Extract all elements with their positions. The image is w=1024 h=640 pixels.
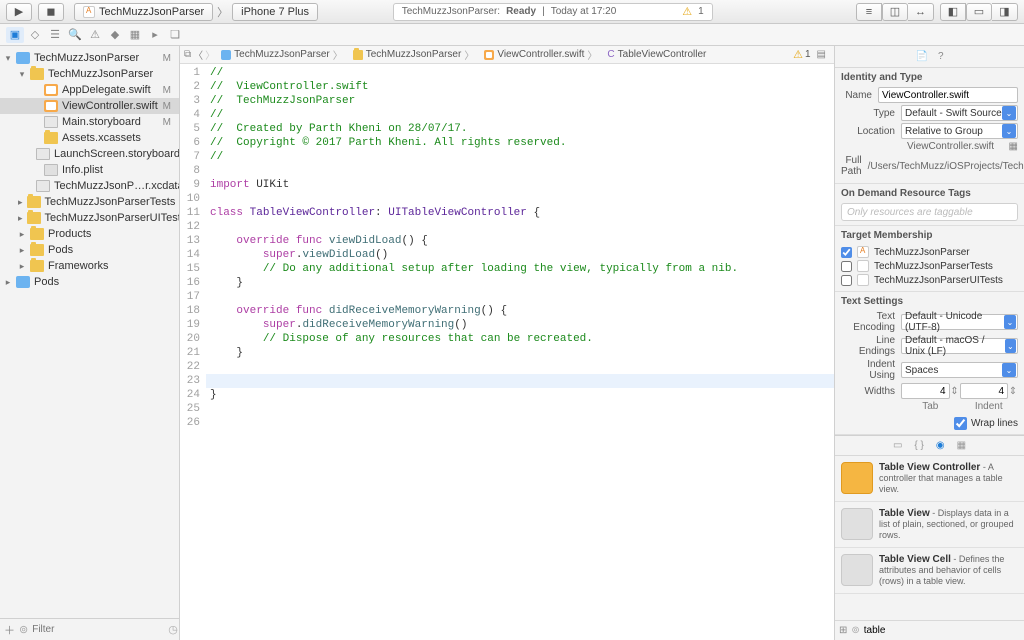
source-editor[interactable]: 1234567891011121314151617181920212223242… [180,64,834,640]
library-filter-input[interactable] [864,625,1020,636]
breakpoint-navigator-tab[interactable]: ▸ [146,27,164,43]
tree-item[interactable]: ViewController.swiftM [0,98,179,114]
line-endings-select[interactable]: Default - macOS / Unix (LF)⌄ [901,338,1018,354]
filter-icon: ⊚ [851,625,859,636]
target-membership-row[interactable]: TechMuzzJsonParserTests [841,259,1018,273]
scheme-device[interactable]: iPhone 7 Plus [232,3,318,21]
tree-item[interactable]: Info.plist [0,162,179,178]
related-items-icon[interactable]: ⧉ [184,49,191,60]
tree-item[interactable]: LaunchScreen.storyboard [0,146,179,162]
target-membership-row[interactable]: TechMuzzJsonParser [841,245,1018,259]
scheme-target[interactable]: TechMuzzJsonParser [74,3,213,21]
source-editor-pane: ⧉ 〈 〉 TechMuzzJsonParser〉 TechMuzzJsonPa… [180,46,834,640]
symbol-navigator-tab[interactable]: ☰ [46,27,64,43]
navigator-tabs: ▣ ◇ ☰ 🔍 ⚠ ◆ ▦ ▸ ❏ [0,24,1024,46]
location-folder-icon[interactable]: ▦ [1009,141,1018,153]
file-template-library-tab[interactable]: ▭ [893,440,902,451]
code-snippet-library-tab[interactable]: { } [914,440,923,451]
quick-help-tab[interactable]: ? [938,51,944,62]
tree-item[interactable]: Main.storyboardM [0,114,179,130]
editor-standard-button[interactable]: ≡ [856,3,882,21]
warning-icon[interactable]: ⚠ [682,5,692,18]
test-navigator-tab[interactable]: ◆ [106,27,124,43]
tree-item[interactable]: ▸Frameworks [0,258,179,274]
utilities-inspector: 📄 ? Identity and Type Name TypeDefault -… [834,46,1024,640]
issue-navigator-tab[interactable]: ⚠ [86,27,104,43]
tree-item[interactable]: ▸Pods [0,242,179,258]
tree-item[interactable]: Assets.xcassets [0,130,179,146]
tree-item[interactable]: ▾TechMuzzJsonParser [0,66,179,82]
tree-item[interactable]: ▸TechMuzzJsonParserTests [0,194,179,210]
editor-assistant-button[interactable]: ◫ [882,3,908,21]
object-library-tab[interactable]: ◉ [936,440,945,451]
tree-item[interactable]: ▸TechMuzzJsonParserUITests [0,210,179,226]
jump-bar-menu-icon[interactable]: ▤ [813,49,830,60]
toggle-inspector-button[interactable]: ◨ [992,3,1018,21]
debug-navigator-tab[interactable]: ▦ [126,27,144,43]
tree-item[interactable]: TechMuzzJsonP…r.xcdatamodeld [0,178,179,194]
library-item[interactable]: Table View Controller - A controller tha… [835,456,1024,502]
report-navigator-tab[interactable]: ❏ [166,27,184,43]
location-select[interactable]: Relative to Group⌄ [901,123,1018,139]
recent-filter-icon[interactable]: ◷ [168,623,178,636]
find-navigator-tab[interactable]: 🔍 [66,27,84,43]
odr-tags-input: Only resources are taggable [841,203,1018,221]
stop-button[interactable]: ◼ [38,3,64,21]
text-encoding-select[interactable]: Default - Unicode (UTF-8)⌄ [901,314,1018,330]
media-library-tab[interactable]: ▦ [957,440,966,451]
tree-item[interactable]: ▸Pods [0,274,179,290]
tree-item[interactable]: AppDelegate.swiftM [0,82,179,98]
file-type-select[interactable]: Default - Swift Source⌄ [901,105,1018,121]
add-button[interactable]: ＋ [4,622,15,638]
library-item[interactable]: Table View - Displays data in a list of … [835,502,1024,548]
source-control-navigator-tab[interactable]: ◇ [26,27,44,43]
library-view-toggle[interactable]: ⊞ [839,625,847,636]
forward-button[interactable]: 〉 [205,47,215,62]
target-membership-row[interactable]: TechMuzzJsonParserUITests [841,273,1018,287]
tab-width-input[interactable] [901,383,950,399]
run-button[interactable]: ▶ [6,3,32,21]
editor-warning-icon[interactable]: ⚠ [793,48,803,61]
library-item[interactable]: Table View Cell - Defines the attributes… [835,548,1024,594]
editor-version-button[interactable]: ↔ [908,3,934,21]
file-inspector-tab[interactable]: 📄 [915,51,927,62]
main-toolbar: ▶ ◼ TechMuzzJsonParser 〉 iPhone 7 Plus T… [0,0,1024,24]
indent-width-input[interactable] [960,383,1009,399]
activity-status: TechMuzzJsonParser: Ready | Today at 17:… [393,3,713,21]
tree-item[interactable]: ▸Products [0,226,179,242]
jump-bar[interactable]: ⧉ 〈 〉 TechMuzzJsonParser〉 TechMuzzJsonPa… [180,46,834,64]
toggle-navigator-button[interactable]: ◧ [940,3,966,21]
toggle-debug-button[interactable]: ▭ [966,3,992,21]
navigator-filter-input[interactable] [32,624,164,635]
filter-icon: ⊚ [19,623,28,636]
indent-using-select[interactable]: Spaces⌄ [901,362,1018,378]
project-navigator-tab[interactable]: ▣ [6,27,24,43]
tree-item[interactable]: ▾TechMuzzJsonParserM [0,50,179,66]
wrap-lines-checkbox[interactable] [954,417,967,430]
project-navigator: ▾TechMuzzJsonParserM▾TechMuzzJsonParserA… [0,46,180,640]
back-button[interactable]: 〈 [193,47,203,62]
file-name-input[interactable] [878,87,1018,103]
